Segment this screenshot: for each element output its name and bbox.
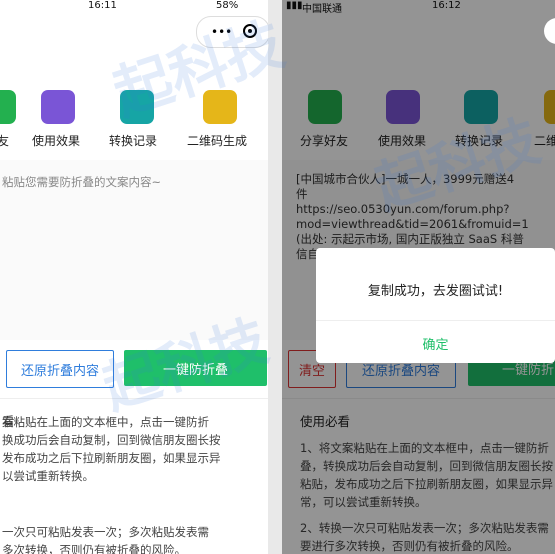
share-friends-label: 友 — [0, 134, 10, 148]
dialog-message: 复制成功，去发圈试试! — [367, 284, 504, 299]
qr-label: 二维码生成 — [187, 134, 248, 148]
history-label: 转换记录 — [109, 134, 158, 148]
miniprogram-capsule[interactable]: ••• — [196, 16, 268, 48]
clock-icon — [120, 90, 154, 124]
more-dots-icon[interactable]: ••• — [211, 25, 232, 39]
content-textarea[interactable]: 粘贴您需要防折叠的文案内容~ — [0, 160, 268, 340]
aperture-icon — [41, 90, 75, 124]
feature-icon-row: 友 使用效果 转换记录 二维码生成 — [0, 90, 268, 150]
dialog-divider — [316, 320, 555, 321]
dialog-confirm-button[interactable]: 确定 — [316, 334, 555, 353]
share-friends-icon — [0, 90, 16, 124]
left-phone-screen: 16:11 58% ••• 友 使用效果 转换记录 二维码生成 粘贴您需要防折叠… — [0, 0, 268, 554]
status-battery: 58% — [216, 0, 239, 11]
one-click-fold-button[interactable]: 一键防折叠 — [124, 350, 267, 386]
guide-step-1: 案粘贴在上面的文本框中，点击一键防折 换成功后会自动复制，回到微信朋友圈长按 发… — [2, 415, 221, 483]
effect-label: 使用效果 — [32, 134, 81, 148]
panel-divider — [268, 0, 282, 554]
guide-step-2: 一次只可粘贴发表一次；多次粘贴发表需 多次转换，否则仍有被折叠的风险。 — [2, 525, 209, 554]
usage-guide: 看 案粘贴在上面的文本框中，点击一键防折 换成功后会自动复制，回到微信朋友圈长按… — [0, 398, 268, 554]
close-miniprogram-icon[interactable] — [243, 24, 257, 38]
success-dialog: 复制成功，去发圈试试! 确定 — [316, 248, 555, 363]
textarea-placeholder: 粘贴您需要防折叠的文案内容~ — [2, 175, 162, 189]
status-time: 16:11 — [88, 0, 117, 11]
qr-code-icon — [203, 90, 237, 124]
status-bar: 16:11 58% — [0, 0, 268, 14]
restore-fold-button[interactable]: 还原折叠内容 — [6, 350, 114, 388]
right-phone-screen: ▮▮▮ 中国联通 16:12 分享好友 使用效果 转换记录 二维 [中国城市合伙… — [282, 0, 555, 554]
